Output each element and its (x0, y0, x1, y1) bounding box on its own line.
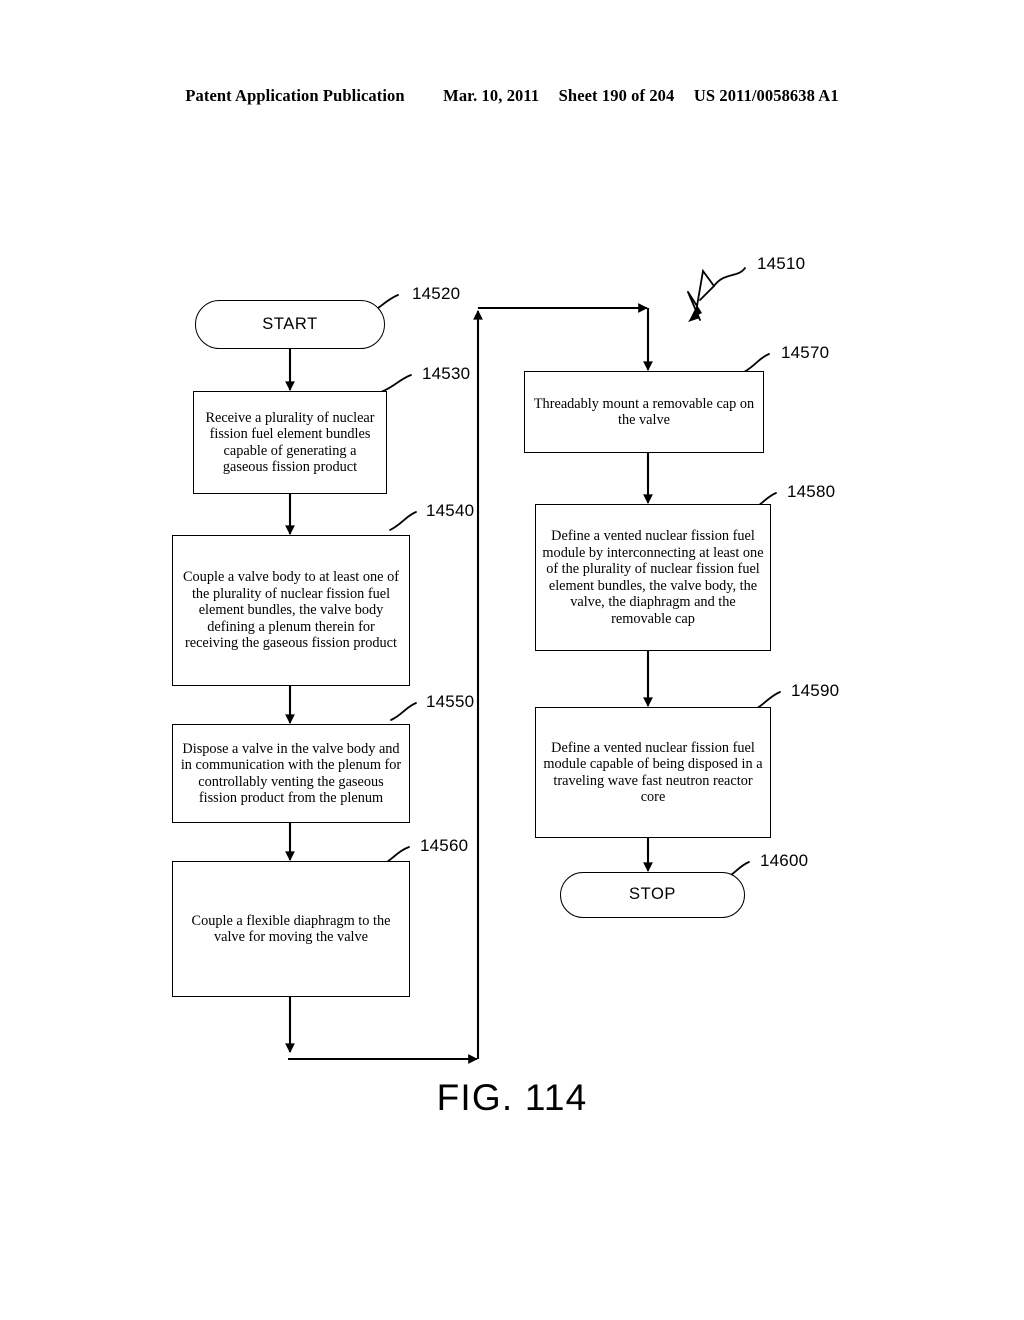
leader-14510-arrowhead (688, 305, 702, 322)
node-stop[interactable]: STOP (560, 872, 745, 918)
node-14550-label: Dispose a valve in the valve body and in… (180, 740, 402, 807)
leader-14550 (390, 702, 417, 721)
figure-caption: FIG. 114 (436, 1077, 588, 1118)
node-14580[interactable]: Define a vented nuclear fission fuel mod… (535, 504, 771, 651)
node-14540-label: Couple a valve body to at least one of t… (183, 569, 399, 652)
ref-14590: 14590 (791, 681, 840, 700)
leader-14540 (389, 511, 417, 531)
leader-14570 (743, 353, 770, 373)
ref-14560: 14560 (420, 836, 469, 855)
node-start[interactable]: START (195, 300, 385, 349)
node-14590-label: Define a vented nuclear fission fuel mod… (543, 739, 763, 806)
leader-14530 (380, 374, 412, 393)
leader-14510-upper (699, 267, 746, 301)
ref-14530: 14530 (422, 364, 471, 383)
ref-14540: 14540 (426, 501, 475, 520)
node-14570[interactable]: Threadably mount a removable cap on the … (524, 371, 764, 453)
ref-14570: 14570 (781, 343, 830, 362)
ref-14580: 14580 (787, 482, 836, 501)
ref-14520: 14520 (412, 284, 461, 303)
node-14550[interactable]: Dispose a valve in the valve body and in… (172, 724, 410, 823)
flowchart-diagram: START Receive a plurality of nuclear fis… (0, 0, 1024, 1320)
leader-14510-lower (687, 291, 701, 321)
node-start-label: START (262, 314, 318, 333)
node-14570-label: Threadably mount a removable cap on the … (533, 395, 755, 429)
node-14560-label: Couple a flexible diaphragm to the valve… (191, 912, 391, 946)
node-14530[interactable]: Receive a plurality of nuclear fission f… (193, 391, 387, 494)
node-14560[interactable]: Couple a flexible diaphragm to the valve… (172, 861, 410, 997)
node-14580-label: Define a vented nuclear fission fuel mod… (542, 528, 764, 627)
node-14540[interactable]: Couple a valve body to at least one of t… (172, 535, 410, 686)
leader-14510-zigzag (687, 268, 715, 309)
connector-layer (285, 267, 781, 1064)
ref-14510: 14510 (757, 254, 806, 273)
node-14590[interactable]: Define a vented nuclear fission fuel mod… (535, 707, 771, 838)
ref-14550: 14550 (426, 692, 475, 711)
ref-14600: 14600 (760, 851, 809, 870)
node-14530-label: Receive a plurality of nuclear fission f… (205, 409, 375, 476)
node-stop-label: STOP (628, 885, 677, 904)
